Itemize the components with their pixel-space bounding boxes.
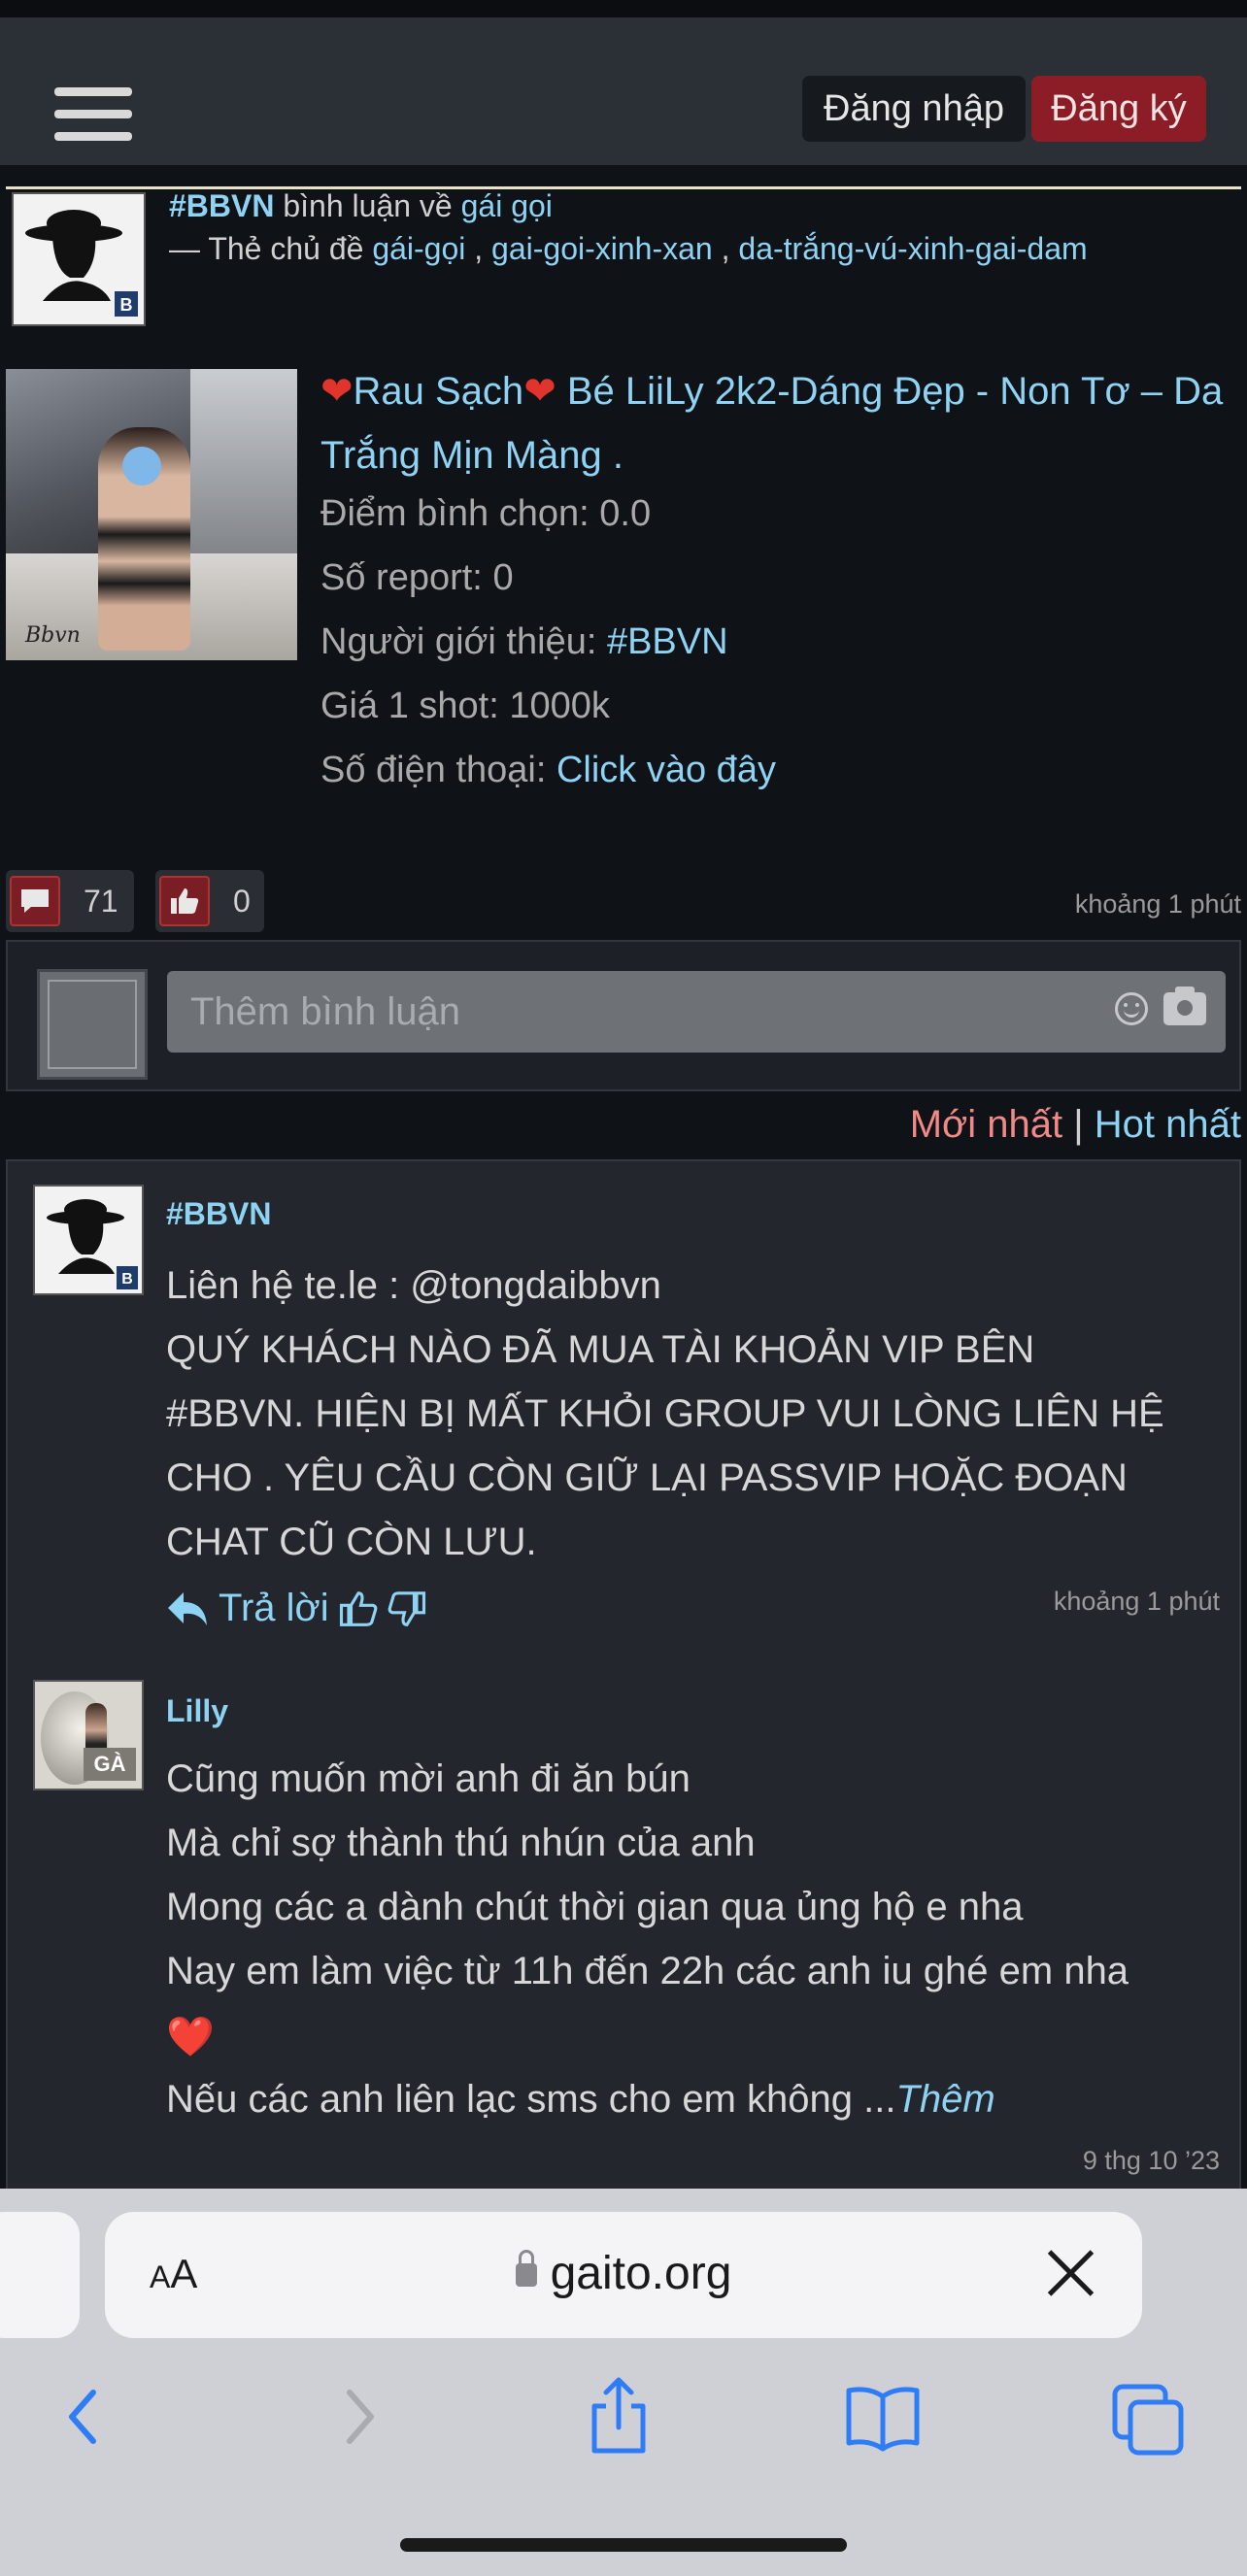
heart-icon: ❤ <box>320 370 354 413</box>
tag-link[interactable]: da-trắng-vú-xinh-gai-dam <box>738 231 1087 266</box>
comment-line: Cũng muốn mời anh đi ăn bún <box>166 1757 691 1800</box>
sort-newest[interactable]: Mới nhất <box>910 1103 1062 1146</box>
comment-icon <box>10 876 60 926</box>
hat-lady-logo-icon: B <box>14 194 144 324</box>
thumbnail-watermark: Bbvn <box>25 623 81 648</box>
back-icon[interactable] <box>43 2373 130 2460</box>
comment-placeholder: Thêm bình luận <box>190 990 460 1033</box>
thumbs-down-icon[interactable] <box>388 1590 426 1627</box>
author-link[interactable]: #BBVN <box>169 188 274 223</box>
comment-line: Mong các a dành chút thời gian qua ủng h… <box>166 1886 1024 1928</box>
reply-icon[interactable] <box>166 1590 209 1627</box>
comment-author[interactable]: Lilly <box>166 1693 228 1729</box>
price-row: Giá 1 shot: 1000k <box>320 686 610 726</box>
comment-line: Nay em làm việc từ 11h đến 22h các anh i… <box>166 1950 1129 1992</box>
post-meta-line: #BBVN bình luận về gái gọi <box>169 188 553 224</box>
tag-link[interactable]: gai-goi-xinh-xan <box>491 231 713 266</box>
register-button[interactable]: Đăng ký <box>1031 76 1206 142</box>
report-row: Số report: 0 <box>320 557 514 598</box>
user-avatar <box>37 969 148 1080</box>
close-icon[interactable] <box>1037 2239 1105 2307</box>
phone-row: Số điện thoại: Click vào đây <box>320 750 776 790</box>
referrer-row: Người giới thiệu: #BBVN <box>320 621 728 662</box>
svg-text:B: B <box>120 295 133 315</box>
comment-time: khoảng 1 phút <box>1053 1587 1220 1616</box>
navbar: Đăng nhập Đăng ký <box>0 17 1247 165</box>
comment-line: CHO . YÊU CẦU CÒN GIỮ LẠI PASSVIP HOẶC Đ… <box>166 1456 1128 1499</box>
share-icon[interactable] <box>575 2373 662 2460</box>
post-time: khoảng 1 phút <box>1074 889 1241 919</box>
comment-input[interactable]: Thêm bình luận <box>167 971 1226 1053</box>
tag-link[interactable]: gái-gọi <box>372 231 465 266</box>
comment-line: #BBVN. HIỆN BỊ MẤT KHỎI GROUP VUI LÒNG L… <box>166 1392 1164 1435</box>
menu-icon[interactable] <box>54 87 132 142</box>
forward-icon <box>347 2390 374 2444</box>
comment-form: Thêm bình luận <box>6 940 1241 1091</box>
address-bar[interactable]: AA gaito.org <box>105 2212 1142 2338</box>
svg-text:B: B <box>121 1271 133 1288</box>
comment-avatar[interactable]: B <box>33 1185 144 1295</box>
score-value: 0.0 <box>599 493 652 534</box>
thumbs-up-icon[interactable] <box>339 1590 378 1627</box>
browser-toolbar: AA gaito.org <box>0 2189 1247 2576</box>
bookmarks-icon[interactable] <box>839 2373 927 2460</box>
comment-line: Mà chỉ sợ thành thú nhún của anh <box>166 1822 756 1864</box>
heart-icon: ❤ <box>523 370 556 413</box>
tags-prefix: — Thẻ chủ đề <box>169 231 364 266</box>
comment-counter[interactable]: 71 <box>6 870 134 932</box>
comment-line: Liên hệ te.le : @tongdaibbvn <box>166 1264 661 1307</box>
comment-author[interactable]: #BBVN <box>166 1196 271 1232</box>
comment-actions: Trả lời <box>166 1587 426 1630</box>
action-text: bình luận về <box>283 188 453 223</box>
hat-lady-logo-icon: B <box>35 1187 142 1293</box>
reply-button[interactable]: Trả lời <box>219 1587 329 1630</box>
heart-icon: ❤️ <box>166 2016 215 2058</box>
login-button[interactable]: Đăng nhập <box>802 76 1026 142</box>
sort-options: Mới nhất | Hot nhất <box>909 1103 1241 1146</box>
lock-icon <box>515 2250 537 2287</box>
price-value: 1000k <box>509 686 610 726</box>
avatar-badge: GÀ <box>84 1748 136 1781</box>
thumbs-up-icon <box>159 876 210 926</box>
comment-line: QUÝ KHÁCH NÀO ĐÃ MUA TÀI KHOẢN VIP BÊN <box>166 1328 1035 1371</box>
category-link[interactable]: gái gọi <box>461 188 553 223</box>
comment-line: Nếu các anh liên lạc sms cho em không ..… <box>166 2078 995 2121</box>
report-value: 0 <box>492 557 514 598</box>
sort-hottest[interactable]: Hot nhất <box>1095 1103 1241 1146</box>
camera-icon[interactable] <box>1163 987 1206 1025</box>
score-row: Điểm bình chọn: 0.0 <box>320 493 652 534</box>
home-indicator <box>400 2538 847 2552</box>
comment-avatar[interactable]: GÀ <box>33 1680 144 1790</box>
like-counter[interactable]: 0 <box>155 870 264 932</box>
post-title[interactable]: ❤Rau Sạch❤ Bé LiiLy 2k2-Dáng Đẹp - Non T… <box>320 359 1224 487</box>
referrer-link[interactable]: #BBVN <box>607 621 728 662</box>
emoji-icon[interactable] <box>1115 992 1148 1025</box>
status-strip <box>0 0 1247 17</box>
tags-line: — Thẻ chủ đề gái-gọi , gai-goi-xinh-xan … <box>169 231 1088 266</box>
show-more-link[interactable]: Thêm <box>895 2078 994 2121</box>
tabs-icon[interactable] <box>1105 2373 1193 2460</box>
phone-link[interactable]: Click vào đây <box>556 750 776 790</box>
url-display[interactable]: gaito.org <box>105 2247 1142 2300</box>
comment-line: CHAT CŨ CÒN LƯU. <box>166 1521 537 1563</box>
previous-tab-preview[interactable] <box>0 2212 80 2338</box>
comment-time: 9 thg 10 ’23 <box>1082 2146 1220 2175</box>
author-avatar[interactable]: B <box>12 192 146 326</box>
post-thumbnail[interactable]: Bbvn <box>6 369 297 660</box>
